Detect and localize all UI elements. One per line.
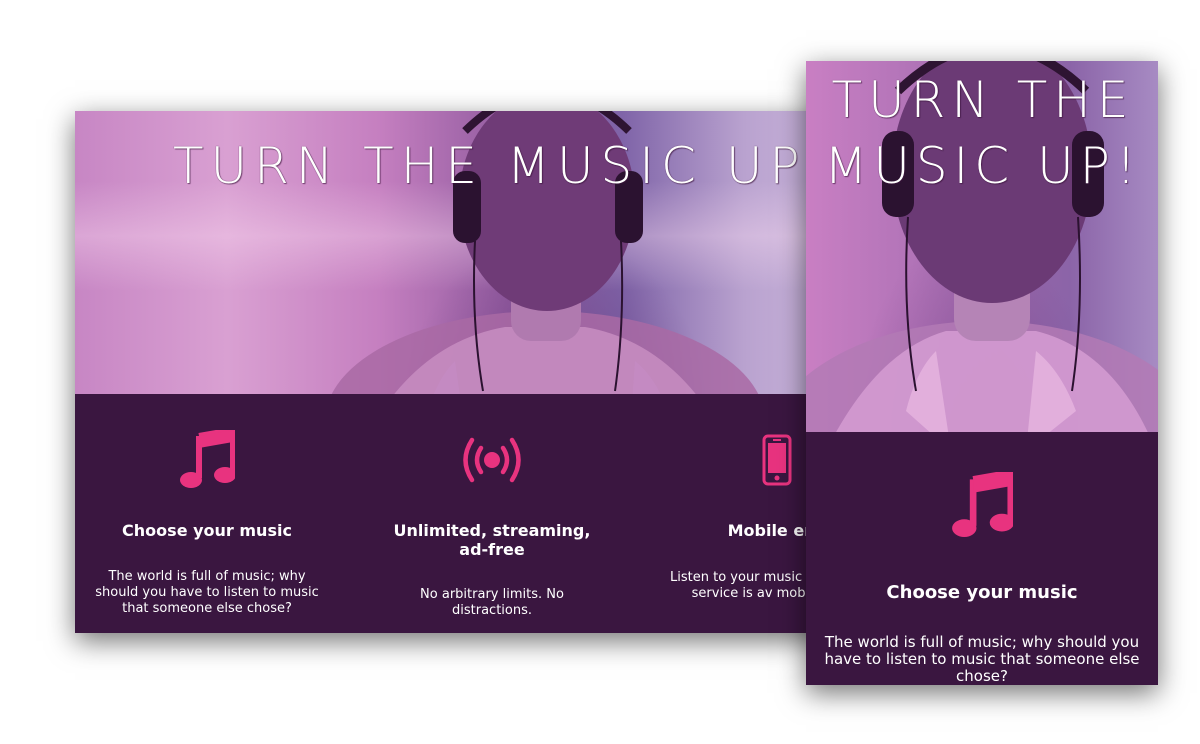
- broadcast-icon: [463, 437, 521, 483]
- feature-choose-music: Choose your music The world is full of m…: [822, 472, 1142, 685]
- desktop-view: TURN THE MUSIC UP! Choose your music The…: [75, 111, 835, 633]
- mobile-view: TURN THE MUSIC UP! Choose your music The…: [806, 61, 1158, 685]
- hero-title-line: MUSIC UP!: [824, 137, 1142, 195]
- features-section: Choose your music The world is full of m…: [75, 394, 835, 633]
- mobile-phone-icon: [762, 434, 792, 486]
- feature-unlimited-streaming: Unlimited, streaming, ad-free No arbitra…: [380, 430, 604, 619]
- music-note-icon: [180, 430, 235, 488]
- hero-title-line: TURN THE: [831, 71, 1135, 129]
- mobile-features-section: Choose your music The world is full of m…: [806, 432, 1158, 685]
- hero-section: TURN THE MUSIC UP!: [75, 111, 835, 394]
- feature-title: Choose your music: [122, 521, 292, 540]
- feature-text: The world is full of music; why should y…: [95, 569, 319, 616]
- feature-text: The world is full of music; why should y…: [824, 633, 1140, 685]
- feature-title: Choose your music: [886, 582, 1078, 603]
- feature-text: No arbitrary limits. No distractions.: [420, 587, 564, 618]
- hero-title: TURN THE MUSIC UP!: [173, 137, 834, 195]
- music-note-icon: [952, 472, 1013, 537]
- mobile-hero-title: TURN THE MUSIC UP!: [810, 67, 1156, 199]
- mobile-hero-section: TURN THE MUSIC UP!: [806, 61, 1158, 432]
- feature-title: Unlimited, streaming, ad-free: [393, 521, 591, 559]
- feature-choose-music: Choose your music The world is full of m…: [95, 430, 319, 617]
- mockup-stage: TURN THE MUSIC UP! Choose your music The…: [0, 0, 1200, 744]
